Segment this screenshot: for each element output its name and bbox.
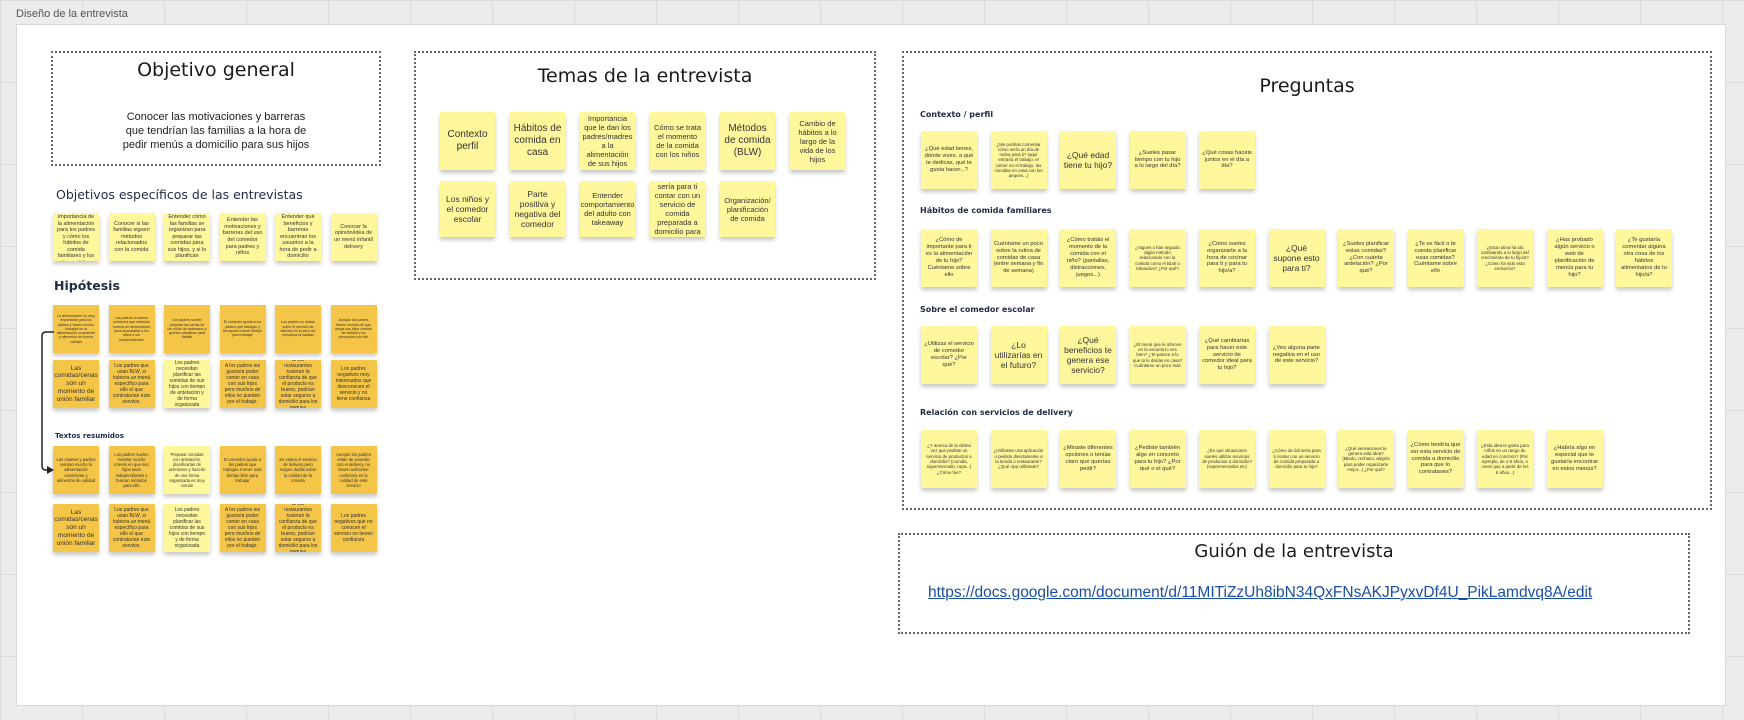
question-note[interactable]: ¿Has probado algún servicio o web de pla… bbox=[1546, 229, 1603, 287]
sticky-note[interactable]: Importancia que le dan los padres/madres… bbox=[580, 112, 635, 170]
question-note[interactable]: ¿Sueles pasar tiempo con tu hijo a lo la… bbox=[1129, 131, 1186, 189]
objetivo-general-text: Conocer las motivaciones y barreras que … bbox=[122, 111, 310, 151]
sticky-note[interactable]: Cómo de útil sería para ti contar con un… bbox=[650, 181, 705, 237]
question-note[interactable]: ¿Cómo sueles organizarte a la hora de co… bbox=[1199, 229, 1255, 287]
hipotesis-title: Hipótesis bbox=[54, 278, 120, 293]
preguntas-title: Preguntas bbox=[1259, 75, 1355, 97]
question-note[interactable]: ¿Sueles planificar estas comidas? ¿Con c… bbox=[1338, 229, 1394, 287]
sticky-note[interactable]: Organización/ planificación de comida bbox=[720, 181, 775, 237]
sticky-note[interactable]: Hábitos de comida en casa bbox=[510, 112, 565, 170]
sticky-note[interactable]: Se valora el servicio de delivery pero s… bbox=[275, 446, 321, 494]
sticky-note[interactable]: Los padres negativos que no conocen el s… bbox=[330, 504, 377, 552]
question-note[interactable]: ¿Qué edad tienes, dónde vives, a qué te … bbox=[921, 131, 977, 189]
question-note[interactable]: ¿Te es fácil o te cuesta planificar esas… bbox=[1407, 229, 1464, 287]
question-note[interactable]: ¿Miraste diferentes opciones o tenías cl… bbox=[1060, 430, 1116, 488]
sticky-note[interactable]: Si los restaurantes tuvieran la confianz… bbox=[275, 504, 321, 552]
question-note[interactable]: ¿Te gustaría comentar alguna otra cosa d… bbox=[1616, 229, 1672, 287]
temas-title: Temas de la entrevista bbox=[537, 65, 753, 87]
question-note[interactable]: ¿Y acerca de la última vez que pediste u… bbox=[921, 430, 977, 488]
sticky-note[interactable]: Preparar comidas con antelación, planifi… bbox=[164, 446, 210, 494]
sticky-note[interactable]: Las comidas/cenas son un momento de unió… bbox=[53, 504, 99, 552]
sticky-note[interactable]: A los padres les gustaría poder comer en… bbox=[219, 360, 266, 408]
question-note[interactable]: ¿Lo utilizarías en el futuro? bbox=[990, 326, 1047, 384]
question-note[interactable]: ¿Utilizaste una aplicación o pediste dir… bbox=[990, 430, 1047, 488]
question-note[interactable]: ¿Qué edad tiene tu hijo? bbox=[1060, 131, 1116, 189]
sticky-note[interactable]: Entender comportamiento del adulto con t… bbox=[580, 181, 635, 237]
question-note[interactable]: Cuéntame un poco sobre la rutina de comi… bbox=[990, 229, 1047, 287]
question-note[interactable]: ¿Habría algo en especial que te gustaría… bbox=[1546, 430, 1603, 488]
connector-arrow bbox=[41, 331, 54, 474]
sticky-note[interactable]: Los padres que usan BLW, si hubiera un m… bbox=[108, 360, 155, 408]
frame-title: Diseño de la entrevista bbox=[16, 8, 128, 20]
preguntas-section-title: Contexto / perfil bbox=[920, 110, 994, 119]
guion-link[interactable]: https://docs.google.com/document/d/11MIT… bbox=[928, 584, 1592, 602]
sticky-note[interactable]: Métodos de comida (BLW) bbox=[720, 112, 775, 170]
question-note[interactable]: ¿Qué cambiarías para hacer este servicio… bbox=[1199, 326, 1255, 384]
sticky-note[interactable]: Conocer la opinión/idea de un menú infan… bbox=[330, 213, 377, 261]
sticky-note[interactable]: Los padres que usan BLW, si hubiera un m… bbox=[108, 504, 155, 552]
sticky-note[interactable]: Los padres suelen preparar las cenas de … bbox=[164, 305, 210, 353]
guion-title: Guión de la entrevista bbox=[1194, 541, 1394, 562]
question-note[interactable]: ¿Cómo tratáis el momento de la comida co… bbox=[1060, 229, 1116, 287]
question-note[interactable]: ¿El menú que le ofrecen en la escuela lo… bbox=[1129, 326, 1186, 384]
sticky-note[interactable]: El comedor ayuda a los padres que trabaj… bbox=[219, 305, 266, 353]
sticky-note[interactable]: A los padres les gustaría poder comer en… bbox=[219, 504, 266, 552]
sticky-note[interactable]: Conocer la importancia de la alimentació… bbox=[53, 213, 99, 261]
question-note[interactable]: ¿Qué sensaciones te genera esta idea? (M… bbox=[1338, 430, 1394, 488]
question-note[interactable]: ¿Utilizas el servicio de comedor escolar… bbox=[921, 326, 977, 384]
sticky-note[interactable]: Los padres no tienen problema que método… bbox=[108, 305, 155, 353]
objetivo-general-box[interactable]: Objetivo general Conocer las motivacione… bbox=[51, 51, 381, 166]
preguntas-section-title: Hábitos de comida familiares bbox=[920, 206, 1052, 215]
sticky-note[interactable]: Los padres suelen mostrar mucho interés … bbox=[108, 446, 155, 494]
question-note[interactable]: ¿Esta rutina ha ido cambiando a lo largo… bbox=[1477, 229, 1533, 287]
sticky-note[interactable]: Contexto perfil bbox=[440, 112, 495, 170]
sticky-note[interactable]: Parte positiva y negativa del comedor bbox=[510, 181, 565, 237]
sticky-note[interactable]: Los padres no dudan sobre el servicio de… bbox=[275, 305, 321, 353]
sticky-note[interactable]: Los padres necesitan planificar las comi… bbox=[164, 360, 210, 408]
objetivo-general-title: Objetivo general bbox=[137, 59, 295, 81]
sticky-note[interactable]: Los padres negativos muy interesados que… bbox=[330, 360, 377, 408]
preguntas-section-title: Relación con servicios de delivery bbox=[920, 408, 1073, 417]
objetivos-especificos-title: Objetivos específicos de las entrevistas bbox=[56, 187, 303, 202]
question-note[interactable]: ¿Qué cosas hacéis juntos en el día a día… bbox=[1199, 131, 1255, 189]
question-note[interactable]: ¿Ves alguna parte negativa en el uso de … bbox=[1268, 326, 1325, 384]
sticky-note[interactable]: Entender cómo las familias se organizan … bbox=[164, 213, 210, 261]
sticky-note[interactable]: Entender qué beneficios y barreras encue… bbox=[275, 213, 321, 261]
question-note[interactable]: ¿Sigues o has seguido algún método relac… bbox=[1129, 229, 1186, 287]
sticky-note[interactable]: Entender las motivaciones y barreras del… bbox=[219, 213, 266, 261]
sticky-note[interactable]: Aunque los padres tienen recelos de que … bbox=[330, 305, 377, 353]
question-note[interactable]: ¿Cómo de útil sería para ti contar con u… bbox=[1268, 430, 1325, 488]
sticky-note[interactable]: Aunque los padres están de acuerdo con e… bbox=[330, 446, 377, 494]
sticky-note[interactable]: Cambio de hábitos a lo largo de la vida … bbox=[790, 112, 845, 170]
question-note[interactable]: ¿Cómo tendría que ser esta servicio de c… bbox=[1407, 430, 1464, 488]
sticky-note[interactable]: Los padres necesitan planificar las comi… bbox=[164, 504, 210, 552]
question-note[interactable]: ¿Pediste también algo en concreto para t… bbox=[1129, 430, 1186, 488]
question-note[interactable]: ¿Cómo de importante para ti es la alimen… bbox=[921, 229, 977, 287]
sticky-note[interactable]: Los niños y el comedor escolar bbox=[440, 181, 495, 237]
sticky-note[interactable]: Si los restaurantes tuvieran la confianz… bbox=[275, 360, 321, 408]
question-note[interactable]: ¿En qué situaciones sueles utilizar serv… bbox=[1199, 430, 1255, 488]
sticky-note[interactable]: Conocer si las familias siguen métodos r… bbox=[108, 213, 155, 261]
preguntas-section-title: Sobre el comedor escolar bbox=[920, 305, 1035, 314]
question-note[interactable]: ¿Qué beneficios te genera ese servicio? bbox=[1060, 326, 1116, 384]
question-note[interactable]: ¿Esta idea te gusta para niños en un ran… bbox=[1477, 430, 1533, 488]
question-note[interactable]: ¿Qué supone esto para ti? bbox=[1268, 229, 1325, 287]
question-note[interactable]: ¿Me podrías comentar cómo sería un día d… bbox=[990, 131, 1047, 189]
sticky-note[interactable]: El comedor ayuda a los padres que trabaj… bbox=[219, 446, 266, 494]
sticky-note[interactable]: Cómo se trata el momento de la comida co… bbox=[650, 112, 705, 170]
